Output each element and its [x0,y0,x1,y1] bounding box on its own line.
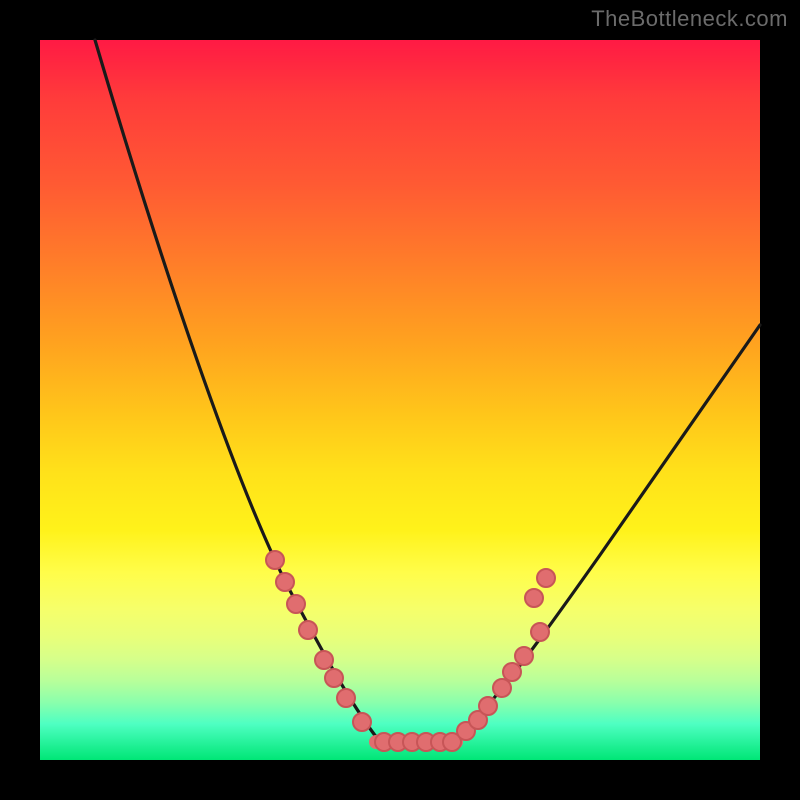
markers-flat [375,733,461,751]
curve-left-arm [95,40,380,742]
watermark-text: TheBottleneck.com [591,6,788,32]
chart-frame [40,40,760,760]
chart-svg [40,40,760,760]
markers-right [457,569,555,740]
